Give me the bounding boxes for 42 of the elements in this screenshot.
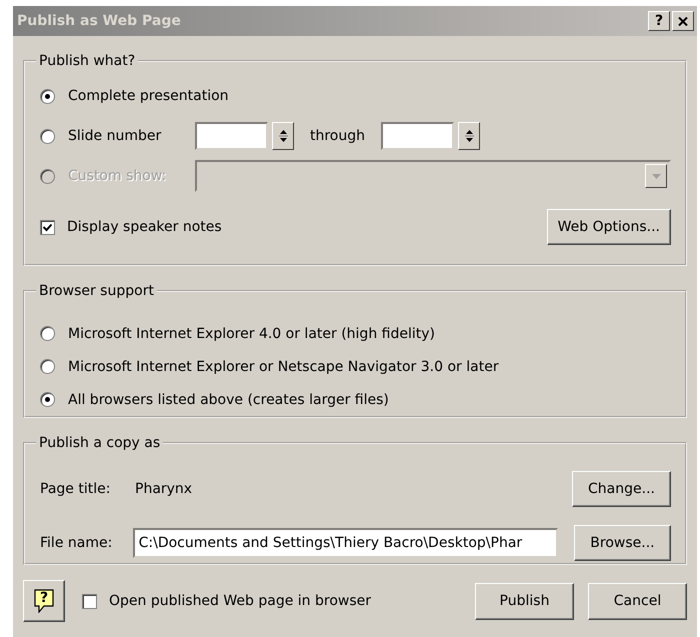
radio-button[interactable] [40, 392, 55, 407]
cancel-button[interactable]: Cancel [588, 582, 687, 620]
field-label: Page title: [40, 481, 112, 497]
change-button[interactable]: Change... [572, 471, 671, 507]
radio-button[interactable] [40, 359, 55, 374]
caret-icon [652, 174, 660, 178]
publish-button[interactable]: Publish [475, 582, 574, 620]
close-icon [678, 16, 688, 26]
option-label: Complete presentation [68, 88, 229, 104]
checkmark-icon [43, 222, 52, 232]
help-icon: ? [33, 589, 55, 613]
input-field[interactable] [381, 122, 454, 150]
range-label: through [310, 128, 366, 144]
input-field[interactable] [195, 122, 268, 150]
group-label: Publish a copy as [38, 435, 162, 451]
option-label: Slide number [68, 128, 162, 144]
checkbox-label: Open published Web page in browser [109, 593, 372, 609]
option-label: Microsoft Internet Explorer 4.0 or later (high fidelity) [68, 326, 435, 342]
option-label: All browsers listed above (creates larger files) [68, 392, 389, 408]
dropdown-button[interactable] [645, 164, 667, 188]
page-title-value: Pharynx [135, 481, 192, 497]
up-down-arrows-icon [464, 128, 474, 144]
help-button[interactable]: ? [648, 11, 670, 31]
field-label: File name: [40, 535, 114, 551]
checkbox[interactable] [40, 220, 55, 234]
browse-button[interactable]: Browse... [574, 525, 671, 561]
window-title: Publish as Web Page [17, 13, 182, 29]
checkbox[interactable] [82, 594, 97, 608]
option-label: Microsoft Internet Explorer or Netscape Navigator 3.0 or later [68, 358, 499, 374]
radio-button[interactable] [40, 88, 55, 104]
help-button[interactable]: ? [23, 580, 65, 622]
spin-button[interactable] [458, 122, 480, 150]
web-options-button[interactable]: Web Options... [546, 209, 671, 245]
up-down-arrows-icon [278, 128, 288, 144]
group-label: Publish what? [38, 53, 136, 69]
spin-button[interactable] [272, 122, 294, 150]
input-field[interactable]: C:\Documents and Settings\Thiery Bacro\Desktop\Phar [132, 528, 558, 558]
radio-button[interactable] [40, 326, 55, 341]
close-button[interactable] [672, 11, 694, 31]
group-label: Browser support [38, 283, 155, 299]
checkbox-label: Display speaker notes [67, 219, 222, 235]
radio-button[interactable] [40, 128, 55, 144]
